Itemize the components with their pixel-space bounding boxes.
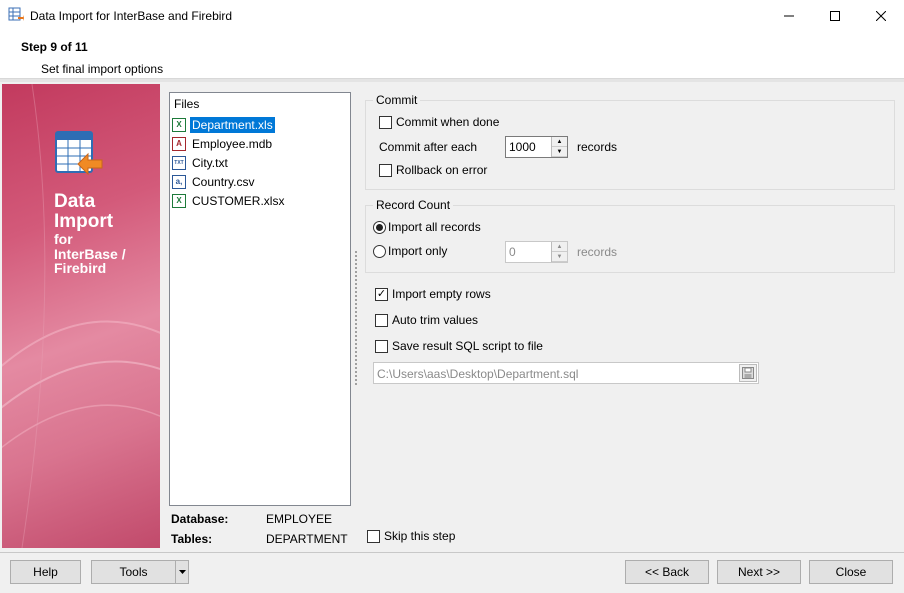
save-icon xyxy=(742,367,754,379)
import-only-spinner[interactable]: 0 ▲ ▼ xyxy=(505,241,568,263)
banner-line: Import xyxy=(54,210,114,232)
file-list-item[interactable]: A Employee.mdb xyxy=(172,134,350,153)
auto-trim-values-checkbox[interactable]: Auto trim values xyxy=(375,313,478,327)
spin-up-icon[interactable]: ▲ xyxy=(552,137,567,147)
close-window-button[interactable] xyxy=(858,0,904,32)
commit-after-each-input[interactable]: 1000 xyxy=(506,137,551,157)
save-sql-script-label: Save result SQL script to file xyxy=(392,339,543,353)
commit-after-each-label: Commit after each xyxy=(379,140,478,154)
import-empty-rows-checkbox[interactable]: ✓ Import empty rows xyxy=(375,287,491,301)
commit-group-title: Commit xyxy=(373,93,421,107)
close-button[interactable]: Close xyxy=(809,560,893,584)
radio-button[interactable] xyxy=(373,220,386,234)
next-button[interactable]: Next >> xyxy=(717,560,801,584)
browse-file-button[interactable] xyxy=(739,364,757,382)
record-count-group xyxy=(365,205,895,273)
spin-up-icon[interactable]: ▲ xyxy=(552,242,567,252)
back-button[interactable]: << Back xyxy=(625,560,709,584)
file-type-icon: a, xyxy=(172,174,186,189)
maximize-button[interactable] xyxy=(812,0,858,32)
banner-product-name: Data Import for InterBase / Firebird xyxy=(54,192,126,276)
product-banner xyxy=(2,84,160,548)
import-only-label: Import only xyxy=(388,244,448,258)
tools-dropdown-button[interactable] xyxy=(175,560,189,584)
sql-path-value: C:\Users\aas\Desktop\Department.sql xyxy=(377,367,579,381)
checkbox-box[interactable] xyxy=(379,115,392,129)
import-all-records-label: Import all records xyxy=(388,220,481,234)
files-list[interactable]: Files X Department.xls A Employee.mdb TXT Cit… xyxy=(169,92,351,506)
checkbox-box[interactable] xyxy=(375,339,388,353)
import-only-input[interactable]: 0 xyxy=(506,242,551,262)
commit-when-done-label: Commit when done xyxy=(396,115,500,129)
save-sql-script-checkbox[interactable]: Save result SQL script to file xyxy=(375,339,543,353)
header-divider-band xyxy=(0,79,904,82)
panel-splitter[interactable] xyxy=(354,250,358,385)
checkbox-box[interactable] xyxy=(367,529,380,543)
file-type-icon: TXT xyxy=(172,155,186,170)
auto-trim-values-label: Auto trim values xyxy=(392,313,479,327)
maximize-icon xyxy=(830,11,840,21)
close-icon xyxy=(876,11,886,21)
rollback-on-error-checkbox[interactable]: Rollback on error xyxy=(379,163,487,177)
commit-after-each-spinner[interactable]: 1000 ▲ ▼ xyxy=(505,136,568,158)
import-empty-rows-label: Import empty rows xyxy=(392,287,491,301)
app-icon xyxy=(8,7,24,23)
file-type-icon: X xyxy=(172,117,186,132)
banner-line: for xyxy=(54,230,73,247)
banner-line: InterBase / xyxy=(54,245,126,262)
tools-button[interactable]: Tools xyxy=(91,560,176,584)
file-type-icon: X xyxy=(172,193,186,208)
minimize-button[interactable] xyxy=(766,0,812,32)
window-title: Data Import for InterBase and Firebird xyxy=(30,9,233,23)
database-label: Database: xyxy=(171,512,229,526)
tables-value: DEPARTMENT xyxy=(266,532,348,546)
file-name-label: City.txt xyxy=(192,155,228,170)
file-name-label: CUSTOMER.xlsx xyxy=(192,193,285,208)
file-name-label: Employee.mdb xyxy=(192,136,273,151)
banner-line: Data xyxy=(54,191,96,212)
file-list-item[interactable]: a, Country.csv xyxy=(172,172,350,191)
help-button[interactable]: Help xyxy=(10,560,81,584)
record-count-group-title: Record Count xyxy=(373,198,454,212)
skip-this-step-checkbox[interactable]: Skip this step xyxy=(367,529,455,543)
spin-down-icon[interactable]: ▼ xyxy=(552,147,567,157)
database-value: EMPLOYEE xyxy=(266,512,333,526)
spin-down-icon[interactable]: ▼ xyxy=(552,252,567,262)
files-header: Files xyxy=(174,97,200,111)
banner-line: Firebird xyxy=(54,260,107,277)
file-list-item[interactable]: X CUSTOMER.xlsx xyxy=(172,191,350,210)
file-list-item[interactable]: X Department.xls xyxy=(172,115,350,134)
skip-this-step-label: Skip this step xyxy=(384,529,456,543)
checkbox-box[interactable] xyxy=(379,163,392,177)
sql-path-input[interactable]: C:\Users\aas\Desktop\Department.sql xyxy=(373,362,759,384)
radio-button[interactable] xyxy=(373,244,386,258)
import-only-records-label: records xyxy=(577,245,618,259)
import-all-records-radio[interactable]: Import all records xyxy=(373,220,481,234)
import-only-radio[interactable]: Import only xyxy=(373,244,447,258)
checkbox-box-checked[interactable]: ✓ xyxy=(375,287,388,301)
checkbox-box[interactable] xyxy=(375,313,388,327)
data-import-icon xyxy=(54,130,104,183)
chevron-down-icon xyxy=(178,570,186,574)
step-subtitle: Set final import options xyxy=(41,62,164,76)
commit-when-done-checkbox[interactable]: Commit when done xyxy=(379,115,499,129)
rollback-on-error-label: Rollback on error xyxy=(396,163,488,177)
step-title: Step 9 of 11 xyxy=(21,40,88,54)
minimize-icon xyxy=(784,15,794,17)
file-type-icon: A xyxy=(172,136,186,151)
commit-records-label: records xyxy=(577,140,618,154)
file-list-item[interactable]: TXT City.txt xyxy=(172,153,350,172)
file-name-label: Country.csv xyxy=(192,174,255,189)
file-name-label: Department.xls xyxy=(190,116,275,133)
footer-divider xyxy=(0,552,904,553)
tables-label: Tables: xyxy=(171,532,213,546)
